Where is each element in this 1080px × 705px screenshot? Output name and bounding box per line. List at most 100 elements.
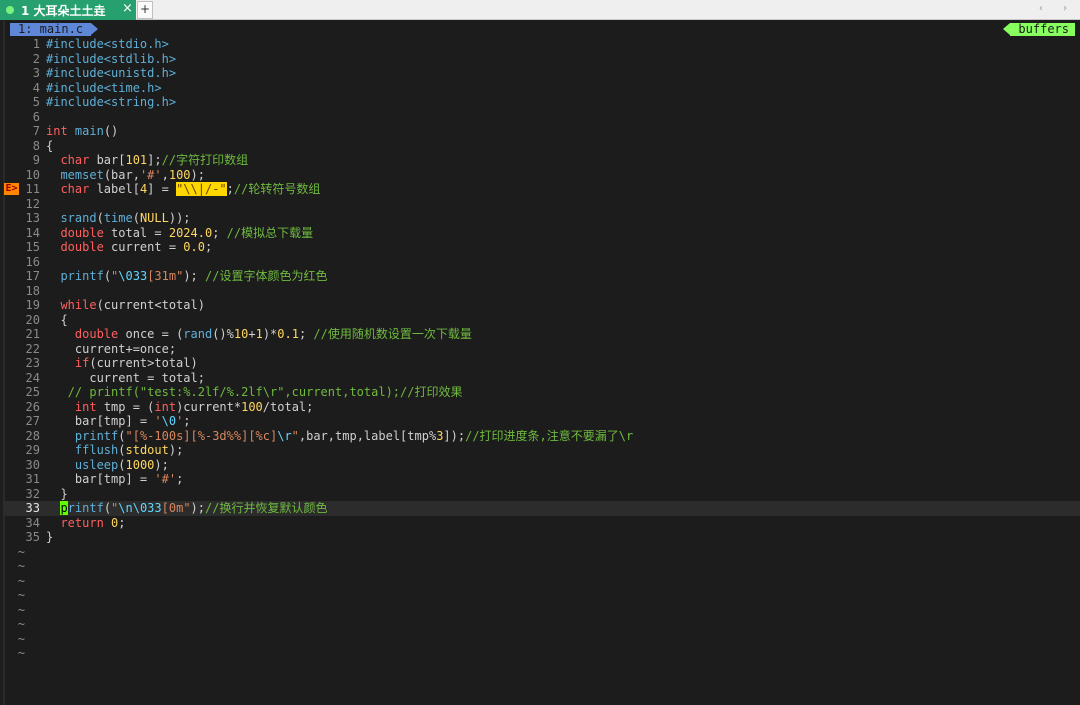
code-token: double bbox=[74, 327, 119, 341]
code-line[interactable]: 6 bbox=[3, 110, 1080, 125]
code-text: double once = (rand()%10+1)*0.1; //使用随机数… bbox=[46, 327, 472, 341]
code-area[interactable]: 1 #include<stdio.h> 2 #include<stdlib.h> 3 #i… bbox=[3, 37, 1080, 661]
code-text: double total = 2024.0; //模拟总下载量 bbox=[46, 226, 313, 240]
code-line[interactable]: 19 while(current<total) bbox=[3, 298, 1080, 313]
code-line[interactable]: 10 memset(bar,'#',100); bbox=[3, 168, 1080, 183]
buffers-indicator: buffers bbox=[1003, 23, 1075, 36]
code-token: bar[tmp] = bbox=[46, 472, 155, 486]
code-token: } bbox=[46, 486, 68, 501]
code-line[interactable]: 26 int tmp = (int)current*100/total; bbox=[3, 400, 1080, 415]
code-token: ( bbox=[103, 269, 112, 283]
code-line[interactable]: 15 double current = 0.0; bbox=[3, 240, 1080, 255]
code-line[interactable]: 3 #include<unistd.h> bbox=[3, 66, 1080, 81]
code-line[interactable]: 18 bbox=[3, 284, 1080, 299]
code-token: memset bbox=[60, 167, 104, 182]
code-token: label[ bbox=[89, 182, 140, 196]
line-number: 17 bbox=[25, 269, 40, 283]
code-text: // printf("test:%.2lf/%.2lf\r",current,t… bbox=[46, 385, 463, 399]
code-token: rintf bbox=[67, 501, 104, 515]
code-text: return 0; bbox=[46, 515, 125, 530]
code-token: #include<time.h> bbox=[46, 80, 162, 95]
code-token: //字符打印数组 bbox=[161, 153, 249, 167]
code-line[interactable]: 8{ bbox=[3, 139, 1080, 154]
code-line[interactable]: 4 #include<time.h> bbox=[3, 81, 1080, 96]
code-token: //换行并恢复默认颜色 bbox=[205, 501, 328, 515]
code-token: + bbox=[248, 327, 256, 341]
code-line[interactable]: 5 #include<string.h> bbox=[3, 95, 1080, 110]
code-token: ]; bbox=[147, 153, 162, 167]
code-token: current = total; bbox=[46, 370, 205, 385]
code-line[interactable]: 1 #include<stdio.h> bbox=[3, 37, 1080, 52]
code-line[interactable]: 31 bar[tmp] = '#'; bbox=[3, 472, 1080, 487]
buffer-name-tab[interactable]: 1: main.c bbox=[10, 23, 99, 36]
code-line[interactable]: 20 { bbox=[3, 313, 1080, 328]
code-token: srand bbox=[60, 211, 97, 225]
code-line[interactable]: 33 printf("\n\033[0m");//换行并恢复默认颜色 bbox=[3, 501, 1080, 516]
empty-line-marker: ~ bbox=[17, 631, 25, 646]
code-line[interactable]: 17 printf("\033[31m"); //设置字体颜色为红色 bbox=[3, 269, 1080, 284]
vim-editor[interactable]: 1: main.c buffers 1 #include<stdio.h> 2 #in… bbox=[3, 21, 1080, 705]
line-number: 2 bbox=[32, 51, 40, 66]
code-line[interactable]: 12 bbox=[3, 197, 1080, 212]
code-line[interactable]: 34 return 0; bbox=[3, 516, 1080, 531]
code-token: rand bbox=[183, 327, 213, 341]
code-token: 1 bbox=[255, 327, 263, 341]
code-line[interactable]: 14 double total = 2024.0; //模拟总下载量 bbox=[3, 226, 1080, 241]
new-tab-button[interactable]: + bbox=[137, 1, 153, 19]
code-token: char bbox=[60, 182, 90, 196]
code-token: printf bbox=[74, 428, 119, 443]
code-token: )current* bbox=[176, 399, 242, 414]
code-line[interactable]: 16 bbox=[3, 255, 1080, 270]
code-line[interactable]: 22 current+=once; bbox=[3, 342, 1080, 357]
code-text: if(current>total) bbox=[46, 356, 198, 370]
code-token: int bbox=[154, 399, 177, 414]
code-token: \r bbox=[277, 428, 292, 443]
code-line[interactable]: 13 srand(time(NULL)); bbox=[3, 211, 1080, 226]
code-line[interactable]: 28 printf("[%-100s][%-3d%%][%c]\r",bar,t… bbox=[3, 429, 1080, 444]
tab-scroll-arrows-icon[interactable]: ‹ › bbox=[1038, 3, 1074, 14]
code-token: ); bbox=[168, 443, 184, 457]
close-tab-icon[interactable]: × bbox=[122, 1, 133, 16]
code-token: double bbox=[60, 240, 104, 254]
code-token: ; bbox=[226, 182, 234, 196]
line-number: 5 bbox=[32, 95, 40, 109]
code-line[interactable]: 27 bar[tmp] = '\0'; bbox=[3, 414, 1080, 429]
code-line[interactable]: 23 if(current>total) bbox=[3, 356, 1080, 371]
code-token: bar[tmp] = bbox=[46, 414, 155, 428]
code-line[interactable]: 29 fflush(stdout); bbox=[3, 443, 1080, 458]
code-token: ; bbox=[212, 225, 227, 240]
code-text: #include<time.h> bbox=[46, 81, 162, 95]
code-line[interactable]: 32 } bbox=[3, 487, 1080, 502]
code-line[interactable]: E> 11 char label[4] = "\\|/-";//轮转符号数组 bbox=[3, 182, 1080, 197]
code-token: int bbox=[74, 399, 97, 414]
text-cursor: p bbox=[60, 501, 68, 515]
code-line[interactable]: 35} bbox=[3, 530, 1080, 545]
code-token: [31m" bbox=[147, 269, 184, 283]
code-token: ; bbox=[298, 327, 314, 341]
line-number: 27 bbox=[25, 414, 40, 428]
line-number: 8 bbox=[32, 138, 40, 153]
line-number: 1 bbox=[32, 37, 40, 51]
code-line[interactable]: 7 int main() bbox=[3, 124, 1080, 139]
code-token: printf bbox=[60, 269, 104, 283]
code-token: main bbox=[74, 124, 104, 138]
code-line[interactable]: 21 double once = (rand()%10+1)*0.1; //使用… bbox=[3, 327, 1080, 342]
tab-main[interactable]: 1 大耳朵土土垚 × bbox=[0, 0, 136, 20]
code-token: //模拟总下载量 bbox=[226, 225, 314, 240]
code-line[interactable]: 25 // printf("test:%.2lf/%.2lf\r",curren… bbox=[3, 385, 1080, 400]
code-token: )); bbox=[168, 211, 191, 225]
code-line[interactable]: 24 current = total; bbox=[3, 371, 1080, 386]
code-token: \033 bbox=[118, 269, 148, 283]
code-text: } bbox=[46, 530, 53, 544]
code-line[interactable]: 30 usleep(1000); bbox=[3, 458, 1080, 473]
code-token: return bbox=[60, 515, 104, 530]
code-line[interactable]: 9 char bar[101];//字符打印数组 bbox=[3, 153, 1080, 168]
code-text: int main() bbox=[46, 124, 118, 138]
code-token: #include<string.h> bbox=[46, 95, 177, 109]
code-line[interactable]: 2 #include<stdlib.h> bbox=[3, 52, 1080, 67]
